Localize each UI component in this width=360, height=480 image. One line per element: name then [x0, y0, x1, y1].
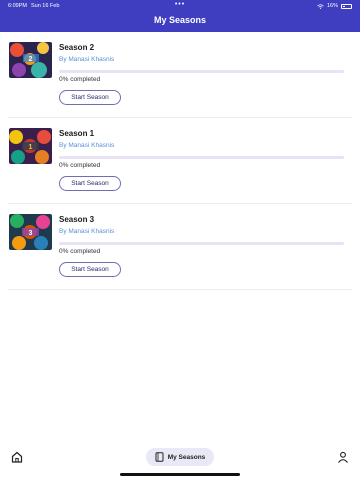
svg-text:1: 1	[29, 144, 33, 151]
tab-profile[interactable]	[336, 450, 350, 464]
status-time: 6:09PM	[8, 3, 27, 9]
season-list: 2 Season 2 By Manasi Khasnis 0% complete…	[0, 32, 360, 290]
start-season-button[interactable]: Start Season	[59, 176, 121, 191]
progress-bar	[59, 70, 344, 73]
season-thumbnail: 1	[9, 128, 52, 164]
season-thumbnail: 2	[9, 42, 52, 78]
season-card[interactable]: 3 Season 3 By Manasi Khasnis 0% complete…	[8, 204, 352, 290]
progress-text: 0% completed	[59, 162, 101, 169]
season-card[interactable]: 2 Season 2 By Manasi Khasnis 0% complete…	[8, 32, 352, 118]
season-title: Season 3	[59, 215, 95, 224]
tab-label: My Seasons	[167, 453, 206, 461]
season-title: Season 2	[59, 43, 95, 52]
battery-percent: 16%	[326, 3, 338, 9]
season-author: By Manasi Khasnis	[59, 56, 115, 63]
tab-bar: My Seasons	[0, 444, 360, 480]
season-title: Season 1	[59, 129, 95, 138]
header-bar: 6:09PM Sun 16 Feb ••• 16% My Seasons	[0, 0, 360, 32]
progress-bar	[59, 156, 344, 159]
svg-text:3: 3	[29, 230, 33, 237]
tab-home[interactable]	[10, 450, 24, 464]
season-thumbnail: 3	[9, 214, 52, 250]
svg-text:2: 2	[29, 56, 33, 63]
home-icon	[11, 451, 23, 463]
multitask-dots[interactable]: •••	[175, 1, 185, 8]
profile-icon	[338, 451, 348, 463]
progress-bar	[59, 242, 344, 245]
status-date: Sun 16 Feb	[30, 3, 60, 9]
tab-my-seasons[interactable]: My Seasons	[146, 448, 214, 466]
status-bar: 6:09PM Sun 16 Feb ••• 16%	[8, 1, 352, 10]
season-author: By Manasi Khasnis	[59, 142, 115, 149]
progress-text: 0% completed	[59, 248, 101, 255]
wifi-icon	[317, 3, 324, 9]
season-author: By Manasi Khasnis	[59, 228, 115, 235]
page-title: My Seasons	[153, 15, 207, 25]
battery-icon	[341, 3, 352, 9]
progress-text: 0% completed	[59, 76, 101, 83]
book-icon	[155, 452, 164, 462]
start-season-button[interactable]: Start Season	[59, 90, 121, 105]
home-indicator[interactable]	[120, 473, 240, 476]
season-card[interactable]: 1 Season 1 By Manasi Khasnis 0% complete…	[8, 118, 352, 204]
start-season-button[interactable]: Start Season	[59, 262, 121, 277]
